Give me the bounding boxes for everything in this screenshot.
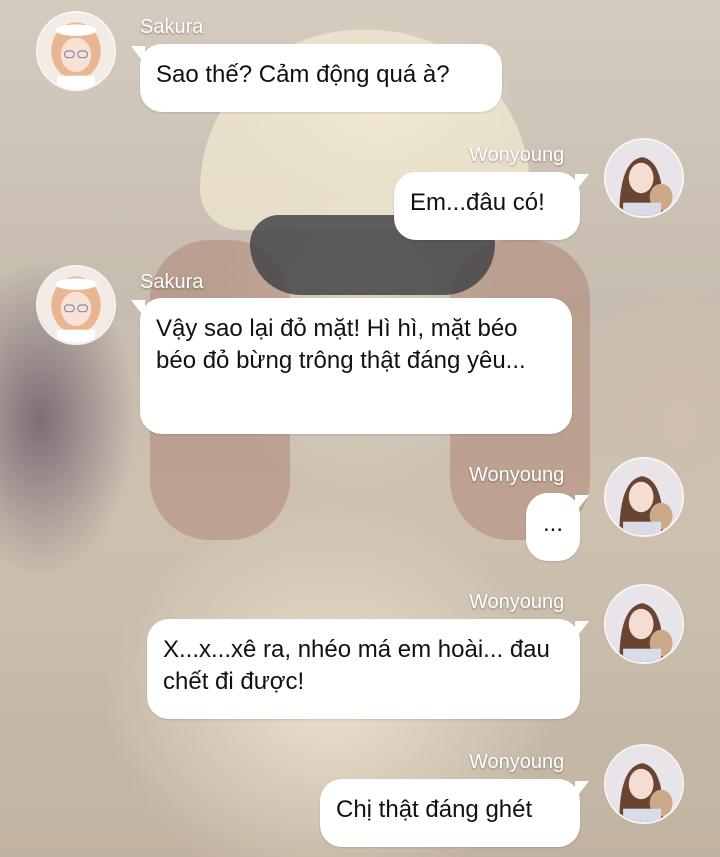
message-text: X...x...xê ra, nhéo má em hoài... đau ch… [163, 636, 550, 695]
message-text: Vậy sao lại đỏ mặt! Hì hì, mặt béo béo đ… [156, 315, 526, 374]
message-bubble-outgoing[interactable]: ... [526, 493, 589, 561]
avatar-image [606, 746, 682, 822]
message-bubble-outgoing[interactable]: Em...đâu có! [394, 172, 589, 240]
avatar-image [606, 459, 682, 535]
sakura-avatar[interactable] [36, 265, 116, 345]
message-text: ... [542, 510, 563, 537]
message-bubble-incoming[interactable]: Vậy sao lại đỏ mặt! Hì hì, mặt béo béo đ… [131, 298, 572, 434]
sender-name: Sakura [140, 271, 204, 293]
message-bubble-outgoing[interactable]: X...x...xê ra, nhéo má em hoài... đau ch… [147, 619, 589, 719]
avatar-image [606, 140, 682, 216]
sender-name: Wonyoung [469, 464, 565, 486]
message-text: Em...đâu có! [410, 189, 545, 216]
message-text: Sao thế? Cảm động quá à? [156, 61, 450, 88]
sender-name: Wonyoung [469, 591, 565, 613]
wonyoung-avatar[interactable] [604, 744, 684, 824]
message-text: Chị thật đáng ghét [336, 796, 533, 823]
sakura-avatar[interactable] [36, 11, 116, 91]
sender-name: Wonyoung [469, 144, 565, 166]
sender-name: Wonyoung [469, 751, 565, 773]
wonyoung-avatar[interactable] [604, 584, 684, 664]
message-bubble-outgoing[interactable]: Chị thật đáng ghét [320, 779, 589, 847]
wonyoung-avatar[interactable] [604, 457, 684, 537]
avatar-image [38, 267, 114, 343]
wonyoung-avatar[interactable] [604, 138, 684, 218]
avatar-image [606, 586, 682, 662]
avatar-image [38, 13, 114, 89]
message-bubble-incoming[interactable]: Sao thế? Cảm động quá à? [131, 44, 502, 112]
sender-name: Sakura [140, 16, 204, 38]
